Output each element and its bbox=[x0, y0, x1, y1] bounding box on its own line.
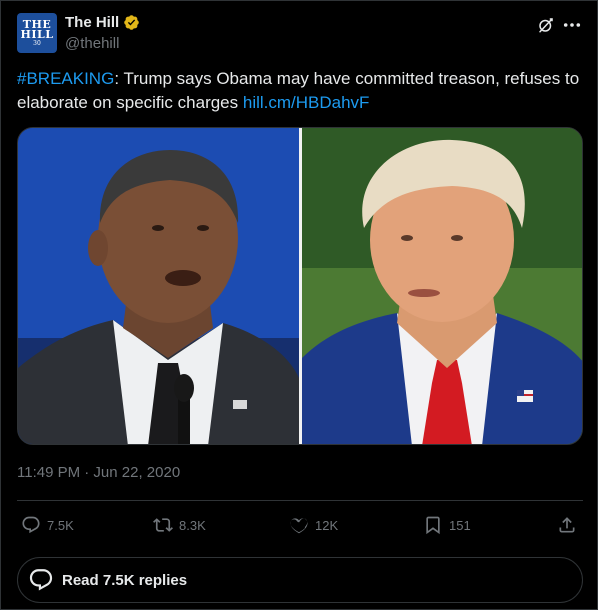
photo-right[interactable] bbox=[302, 128, 582, 444]
like-count: 12K bbox=[315, 517, 339, 533]
avatar[interactable]: THE HILL 30 bbox=[17, 13, 57, 53]
tweet-media[interactable] bbox=[17, 127, 583, 445]
repost-button[interactable]: 8.3K bbox=[153, 507, 206, 543]
account-name[interactable]: The Hill bbox=[65, 14, 119, 31]
action-bar: 7.5K 8.3K 12K 151 bbox=[17, 507, 583, 543]
verified-badge-icon[interactable] bbox=[123, 14, 140, 31]
read-replies-label: Read 7.5K replies bbox=[62, 571, 188, 589]
avatar-text-line2: HILL bbox=[20, 27, 54, 41]
bookmark-count: 151 bbox=[449, 517, 471, 533]
hashtag-link[interactable]: #BREAKING bbox=[17, 69, 114, 88]
photo-right-illustration bbox=[302, 128, 582, 444]
tweet-url-link[interactable]: hill.cm/HBDahvF bbox=[243, 93, 370, 112]
like-button[interactable]: 12K bbox=[289, 507, 338, 543]
more-options-icon[interactable] bbox=[561, 16, 583, 34]
share-icon bbox=[559, 517, 575, 533]
reply-count: 7.5K bbox=[47, 517, 74, 533]
share-button[interactable] bbox=[557, 507, 577, 543]
reply-icon bbox=[22, 516, 40, 534]
read-replies-button[interactable]: Read 7.5K replies bbox=[17, 557, 583, 603]
tweet-card: THE HILL 30 The Hill @thehill #BREAKING:… bbox=[0, 0, 598, 610]
account-handle[interactable]: @thehill bbox=[65, 35, 119, 52]
reply-button[interactable]: 7.5K bbox=[21, 507, 74, 543]
avatar-text-line3: 30 bbox=[33, 39, 41, 47]
name-row: The Hill bbox=[65, 14, 140, 31]
photo-left-illustration bbox=[18, 128, 299, 444]
tweet-header: THE HILL 30 The Hill @thehill bbox=[17, 13, 583, 55]
divider-top bbox=[17, 500, 583, 501]
grok-icon[interactable] bbox=[537, 16, 555, 34]
heart-icon bbox=[290, 518, 308, 534]
repost-count: 8.3K bbox=[179, 517, 206, 533]
tweet-text: #BREAKING: Trump says Obama may have com… bbox=[17, 67, 583, 115]
reply-bubble-icon bbox=[29, 569, 53, 591]
photo-left[interactable] bbox=[18, 128, 299, 444]
tweet-timestamp[interactable]: 11:49 PM · Jun 22, 2020 bbox=[17, 464, 180, 481]
repost-icon bbox=[153, 518, 173, 532]
bookmark-icon bbox=[426, 516, 440, 535]
bookmark-button[interactable]: 151 bbox=[423, 507, 471, 543]
